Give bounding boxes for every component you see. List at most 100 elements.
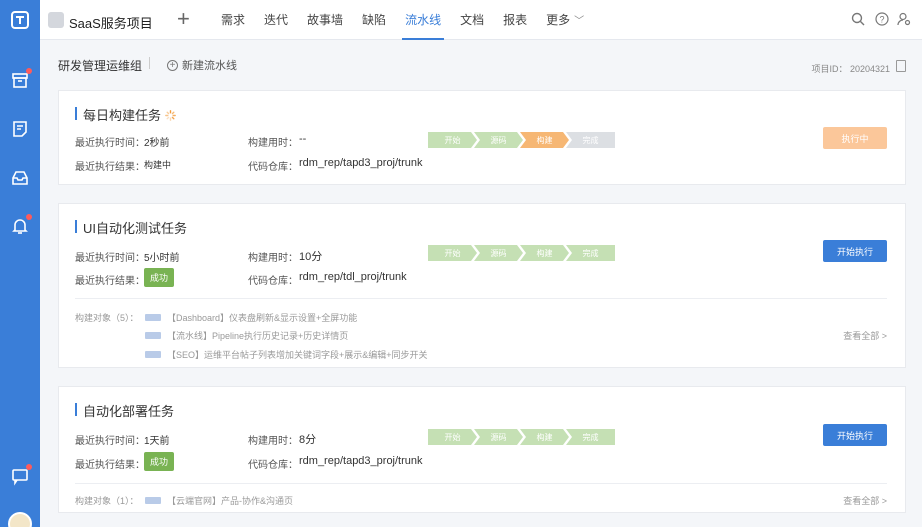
sidebar bbox=[0, 0, 40, 527]
add-button[interactable]: + bbox=[177, 7, 190, 31]
last-time-label: 最近执行时间： bbox=[75, 436, 145, 447]
duration-label: 构建用时： bbox=[248, 253, 298, 264]
sub-header: 研发管理运维组 + 新建流水线 项目ID： 20204321 bbox=[40, 40, 922, 86]
build-object-text: 【Dashboard】仪表盘刷新&显示设置+全屏功能 bbox=[167, 313, 358, 323]
notification-dot bbox=[26, 68, 32, 74]
build-objects-label: 构建对象（5）： bbox=[75, 313, 139, 323]
last-time-label: 最近执行时间： bbox=[75, 253, 145, 264]
stage-done: 完成 bbox=[566, 245, 615, 261]
tag-icon bbox=[145, 314, 161, 321]
duration-label: 构建用时： bbox=[248, 138, 298, 149]
pipeline-card-daily-build: 每日构建任务 最近执行时间： 2秒前 构建用时： -- 最近执行结果： 构建中 … bbox=[58, 90, 906, 185]
project-id: 项目ID： 20204321 bbox=[811, 64, 890, 74]
last-result-label: 最近执行结果： bbox=[75, 162, 145, 173]
running-button[interactable]: 执行中 bbox=[823, 127, 887, 149]
search-icon[interactable] bbox=[851, 12, 867, 28]
tag-icon bbox=[145, 497, 161, 504]
build-objects-label: 构建对象（1）： bbox=[75, 496, 139, 506]
duration-value: 10分 bbox=[299, 251, 323, 263]
last-time-value: 5小时前 bbox=[144, 253, 180, 264]
user-settings-icon[interactable] bbox=[897, 12, 913, 28]
build-object-text: 【流水线】Pipeline执行历史记录+历史详情页 bbox=[167, 331, 349, 341]
last-time-value: 1天前 bbox=[144, 436, 170, 447]
pipeline-card-auto-deploy: 自动化部署任务 最近执行时间： 1天前 构建用时： 8分 最近执行结果： 成功 … bbox=[58, 386, 906, 513]
document-icon[interactable] bbox=[896, 60, 906, 72]
pipeline-stages: 开始 源码 构建 完成 bbox=[428, 245, 615, 261]
nav-more[interactable]: 更多 ﹀ bbox=[546, 0, 584, 40]
nav-requirements[interactable]: 需求 bbox=[221, 0, 245, 40]
start-run-button[interactable]: 开始执行 bbox=[823, 424, 887, 446]
build-object-item[interactable]: 【流水线】Pipeline执行历史记录+历史详情页 bbox=[145, 329, 348, 342]
repo-label: 代码仓库： bbox=[248, 460, 298, 471]
last-time-label: 最近执行时间： bbox=[75, 138, 145, 149]
result-status: 构建中 bbox=[144, 160, 172, 170]
pipeline-stages: 开始 源码 构建 完成 bbox=[428, 429, 615, 445]
duration-label: 构建用时： bbox=[248, 436, 298, 447]
duration-value: -- bbox=[299, 133, 307, 145]
project-icon bbox=[48, 12, 64, 28]
build-object-item[interactable]: 【Dashboard】仪表盘刷新&显示设置+全屏功能 bbox=[145, 311, 357, 324]
stage-build: 构建 bbox=[520, 245, 569, 261]
stage-done: 完成 bbox=[566, 132, 615, 148]
build-object-text: 【SEO】运维平台帖子列表增加关键词字段+展示&编辑+同步开关 bbox=[167, 350, 428, 360]
start-run-button[interactable]: 开始执行 bbox=[823, 240, 887, 262]
build-object-item[interactable]: 【SEO】运维平台帖子列表增加关键词字段+展示&编辑+同步开关 bbox=[145, 348, 428, 361]
tag-icon bbox=[145, 351, 161, 358]
card-title[interactable]: 每日构建任务 bbox=[75, 105, 176, 124]
bell-icon[interactable] bbox=[8, 214, 32, 238]
notes-icon[interactable] bbox=[8, 117, 32, 141]
help-icon[interactable]: ? bbox=[875, 12, 891, 28]
repo-value: rdm_rep/tapd3_proj/trunk bbox=[299, 157, 423, 169]
notification-dot bbox=[26, 464, 32, 470]
stage-build: 构建 bbox=[520, 132, 569, 148]
stage-done: 完成 bbox=[566, 429, 615, 445]
build-object-text: 【云端官网】产品-协作&沟通页 bbox=[167, 496, 294, 506]
card-title[interactable]: 自动化部署任务 bbox=[75, 401, 174, 420]
loading-spinner-icon bbox=[165, 109, 176, 124]
chevron-down-icon: ﹀ bbox=[574, 16, 585, 27]
card-title[interactable]: UI自动化测试任务 bbox=[75, 218, 187, 237]
repo-value: rdm_rep/tdl_proj/trunk bbox=[299, 271, 407, 283]
stage-source: 源码 bbox=[474, 245, 523, 261]
new-pipeline-button[interactable]: + 新建流水线 bbox=[167, 57, 237, 73]
divider bbox=[149, 57, 150, 69]
stage-build: 构建 bbox=[520, 429, 569, 445]
repo-label: 代码仓库： bbox=[248, 276, 298, 287]
tag-icon bbox=[145, 332, 161, 339]
main-nav: 需求 迭代 故事墙 缺陷 流水线 文档 报表 更多 ﹀ bbox=[221, 0, 603, 40]
new-pipeline-label: 新建流水线 bbox=[182, 60, 237, 72]
last-result-label: 最近执行结果： bbox=[75, 460, 145, 471]
nav-pipeline[interactable]: 流水线 bbox=[402, 0, 445, 40]
status-badge: 成功 bbox=[144, 268, 175, 287]
top-bar: SaaS服务项目 + 需求 迭代 故事墙 缺陷 流水线 文档 报表 更多 ﹀ ? bbox=[40, 0, 922, 40]
view-all-link[interactable]: 查看全部 > bbox=[843, 329, 887, 342]
stage-source: 源码 bbox=[474, 429, 523, 445]
divider bbox=[75, 483, 887, 484]
build-object-item[interactable]: 【云端官网】产品-协作&沟通页 bbox=[145, 494, 293, 507]
notification-dot bbox=[26, 214, 32, 220]
group-name: 研发管理运维组 bbox=[58, 59, 143, 73]
nav-reports[interactable]: 报表 bbox=[503, 0, 527, 40]
nav-story-wall[interactable]: 故事墙 bbox=[307, 0, 343, 40]
divider bbox=[75, 298, 887, 299]
nav-iterations[interactable]: 迭代 bbox=[264, 0, 288, 40]
nav-more-label: 更多 bbox=[546, 13, 571, 27]
app-logo-icon[interactable] bbox=[8, 8, 32, 32]
card-title-text: 每日构建任务 bbox=[83, 108, 162, 123]
pipeline-stages: 开始 源码 构建 完成 bbox=[428, 132, 615, 148]
nav-docs[interactable]: 文档 bbox=[460, 0, 484, 40]
chat-icon[interactable] bbox=[8, 464, 32, 488]
view-all-link[interactable]: 查看全部 > bbox=[843, 494, 887, 507]
project-name[interactable]: SaaS服务项目 bbox=[69, 13, 153, 32]
stage-start: 开始 bbox=[428, 245, 477, 261]
stage-start: 开始 bbox=[428, 429, 477, 445]
nav-defects[interactable]: 缺陷 bbox=[362, 0, 386, 40]
status-badge: 成功 bbox=[144, 452, 175, 471]
repo-value: rdm_rep/tapd3_proj/trunk bbox=[299, 455, 423, 467]
svg-text:?: ? bbox=[879, 15, 884, 25]
avatar[interactable] bbox=[8, 512, 32, 527]
plus-circle-icon: + bbox=[167, 59, 178, 71]
archive-icon[interactable] bbox=[8, 68, 32, 92]
last-time-value: 2秒前 bbox=[144, 138, 170, 149]
inbox-icon[interactable] bbox=[8, 166, 32, 190]
